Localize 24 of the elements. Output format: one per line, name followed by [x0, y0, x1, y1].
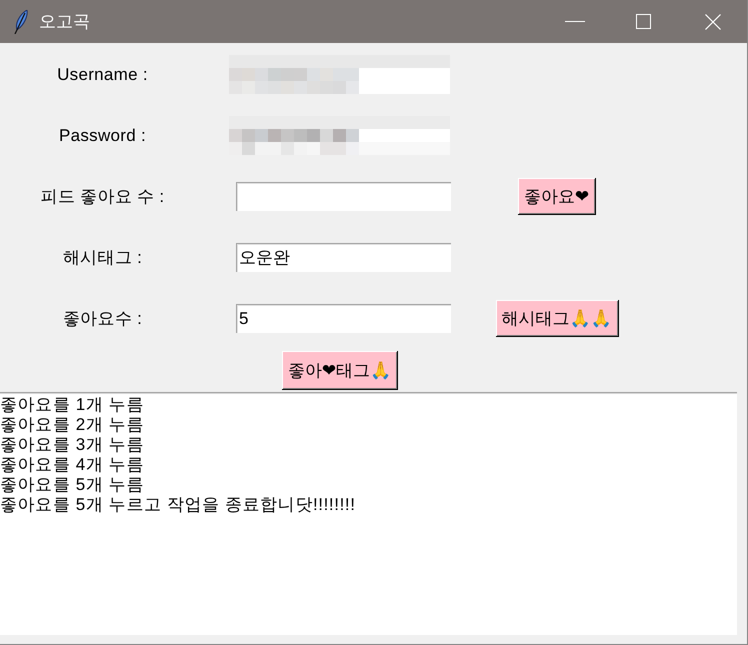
action-button[interactable]: 좋아요❤ — [518, 178, 596, 215]
log-line: 좋아요를 5개 누르고 작업을 종료합니닷!!!!!!!! — [0, 495, 356, 515]
log-line: 좋아요를 2개 누름 — [0, 415, 144, 435]
output-text-area[interactable]: 좋아요를 1개 누름 좋아요를 2개 누름 좋아요를 3개 누름 좋아요를 4개 누름 좋아요를 5개 누름 좋아요를 5개 누르고 작업을 종료합니닷!!!!!!!! — [0, 392, 737, 635]
blurred-input-field[interactable] — [229, 55, 450, 94]
feather-icon — [14, 10, 28, 34]
log-line: 좋아요를 5개 누름 — [0, 475, 144, 495]
log-line: 좋아요를 4개 누름 — [0, 455, 144, 475]
input-field[interactable] — [236, 182, 451, 211]
field-label: 해시태그 : — [62, 247, 142, 269]
field-label: Username : — [57, 64, 148, 84]
window-title: 오고곡 — [39, 11, 90, 33]
action-button[interactable]: 좋아❤태그🙏 — [282, 351, 398, 390]
log-line: 좋아요를 3개 누름 — [0, 435, 144, 455]
minimize-icon — [564, 21, 584, 22]
close-icon — [704, 14, 720, 30]
input-field[interactable]: 5 — [236, 304, 451, 333]
field-label: 좋아요수 : — [62, 308, 142, 330]
field-label: Password : — [58, 126, 146, 146]
field-label: 피드 좋아요 수 : — [40, 186, 164, 208]
input-field[interactable]: 오운완 — [236, 243, 451, 272]
log-line: 좋아요를 1개 누름 — [0, 395, 144, 415]
action-button[interactable]: 해시태그🙏🙏 — [496, 300, 618, 337]
maximize-icon — [636, 14, 651, 29]
